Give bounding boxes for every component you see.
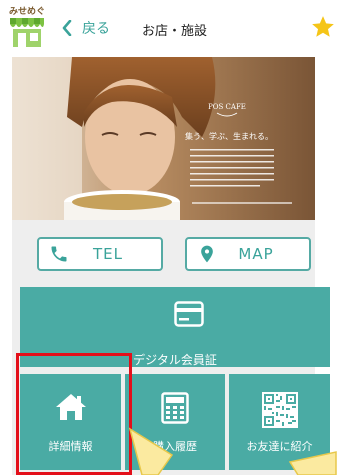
purchase-history-tile[interactable]: 購入履歴 xyxy=(125,374,225,470)
detail-info-label: 詳細情報 xyxy=(48,440,93,453)
back-label: 戻る xyxy=(82,21,110,37)
detail-info-tile[interactable]: 詳細情報 xyxy=(20,374,121,470)
hero-photo: POS CAFE 集う、学ぶ、生まれる。 xyxy=(12,57,315,220)
logo-text: みせめぐ xyxy=(8,7,45,17)
map-pin-icon xyxy=(201,245,213,263)
member-card-label: デジタル会員証 xyxy=(133,353,217,367)
app-logo: みせめぐ xyxy=(6,4,48,50)
chevron-left-icon xyxy=(62,20,72,36)
map-label: MAP xyxy=(238,245,274,263)
hero-brand: POS CAFE xyxy=(208,103,246,111)
tel-label: TEL xyxy=(93,245,123,263)
qr-code-icon xyxy=(261,392,298,428)
purchase-history-label: 購入履歴 xyxy=(153,440,197,453)
refer-friend-label: お友達に紹介 xyxy=(246,440,313,453)
digital-member-card-tile[interactable]: デジタル会員証 xyxy=(20,287,330,367)
page-title: お店・施設 xyxy=(142,24,208,39)
refer-friend-tile[interactable]: お友達に紹介 xyxy=(229,374,330,470)
home-icon xyxy=(55,394,86,420)
app-header: みせめぐ 戻る お店・施設 xyxy=(0,0,339,56)
hero-tagline: 集う、学ぶ、生まれる。 xyxy=(185,131,273,141)
shop-hero-image: POS CAFE 集う、学ぶ、生まれる。 xyxy=(12,57,315,220)
favorite-button[interactable] xyxy=(310,14,336,40)
tel-button[interactable]: TEL xyxy=(37,237,163,271)
calculator-icon xyxy=(161,392,189,424)
map-button[interactable]: MAP xyxy=(185,237,311,271)
credit-card-icon xyxy=(174,301,204,327)
phone-icon xyxy=(51,246,67,262)
star-icon xyxy=(312,16,334,37)
back-button[interactable]: 戻る xyxy=(62,14,110,42)
